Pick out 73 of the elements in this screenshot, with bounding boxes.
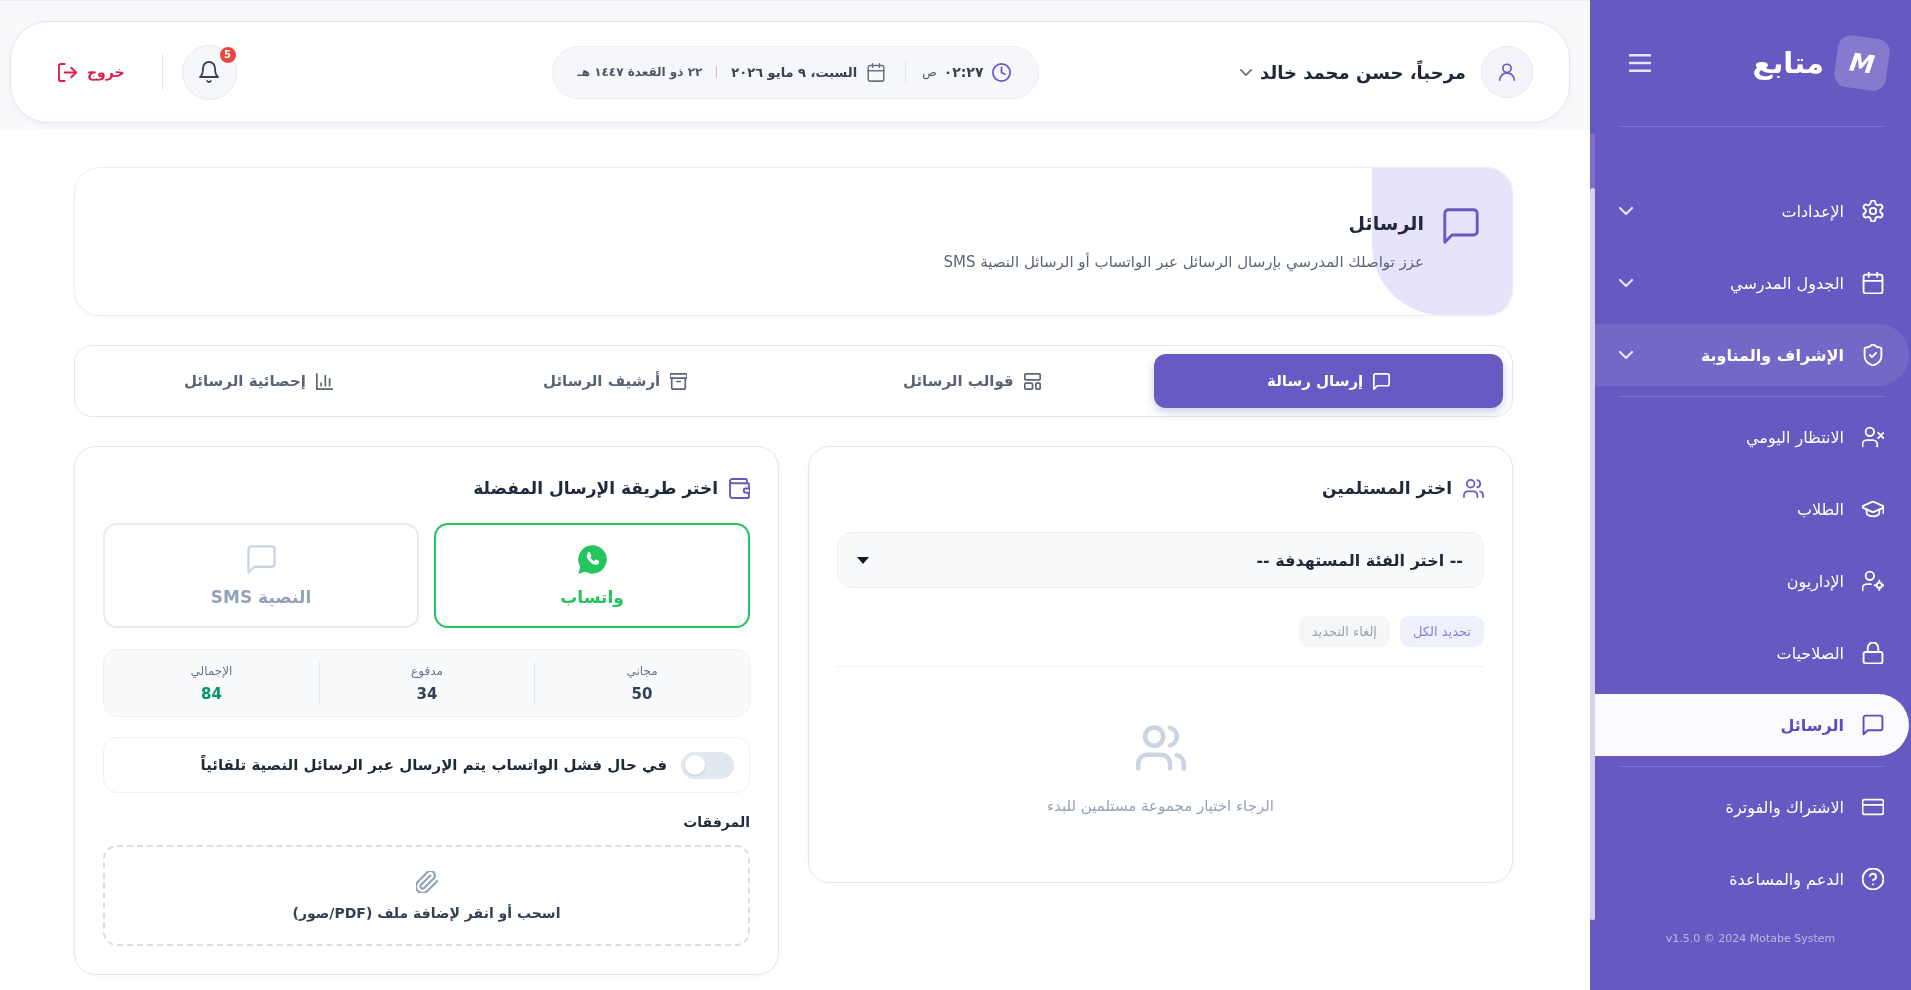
- gear-icon: [1862, 200, 1884, 222]
- caret-down-icon: [857, 556, 869, 564]
- graduation-cap-icon: [1862, 498, 1884, 520]
- stat-value: 34: [416, 684, 438, 703]
- sidebar-item[interactable]: الصلاحيات: [1595, 622, 1909, 684]
- tab[interactable]: إحصائية الرسائل: [84, 354, 433, 408]
- target-group-select[interactable]: -- اختر الفئة المستهدفة --: [837, 532, 1484, 588]
- paperclip-icon: [415, 870, 438, 893]
- section-label: المرفقات: [682, 813, 750, 832]
- panel-title: اختر المستلمين: [1322, 478, 1452, 498]
- select-all-button[interactable]: تحديد الكل: [1400, 616, 1484, 647]
- panel-title: اختر طريقة الإرسال المفضلة: [473, 478, 718, 498]
- notification-count-badge: 5: [217, 44, 238, 65]
- chat-bubble-icon: [246, 544, 276, 574]
- user-avatar-icon: [1481, 46, 1533, 98]
- sidebar-item[interactable]: الدعم والمساعدة: [1595, 848, 1909, 910]
- stat-label: مدفوع: [411, 663, 443, 678]
- layout-icon: [1023, 372, 1041, 390]
- hijri-date-text: ٢٢ ذو القعدة ١٤٤٧ هـ: [577, 65, 703, 79]
- logout-button[interactable]: خروج: [58, 62, 125, 82]
- notifications-button[interactable]: 5: [181, 44, 237, 100]
- time-text: ٠٢:٢٧: [943, 64, 984, 80]
- calendar-icon: [867, 62, 886, 82]
- sidebar-item[interactable]: الإشراف والمناوبة: [1595, 324, 1909, 386]
- bar-chart-icon: [315, 372, 333, 390]
- menu-button[interactable]: [1628, 53, 1652, 73]
- sidebar-item[interactable]: الرسائل: [1595, 694, 1909, 756]
- sidebar-item[interactable]: الطلاب: [1595, 478, 1909, 540]
- sidebar-item[interactable]: الاشتراك والفوترة: [1595, 776, 1909, 838]
- empty-state-text: الرجاء اختيار مجموعة مستلمين للبدء: [1047, 796, 1274, 816]
- help-icon: [1862, 868, 1884, 890]
- lock-icon: [1862, 642, 1884, 664]
- users-icon: [1135, 725, 1186, 771]
- whatsapp-icon: [577, 544, 607, 574]
- sidebar-item[interactable]: الجدول المدرسي: [1595, 252, 1909, 314]
- archive-icon: [670, 372, 688, 390]
- sidebar-item[interactable]: الانتظار اليومي: [1595, 406, 1909, 468]
- toggle-switch[interactable]: [681, 751, 734, 779]
- date-text: السبت، ٩ مايو ٢٠٢٦: [731, 64, 858, 80]
- page-title: الرسائل: [1347, 211, 1424, 237]
- sidebar-item[interactable]: الإداريون: [1595, 550, 1909, 612]
- tab[interactable]: أرشيف الرسائل: [440, 354, 790, 408]
- logo-badge: M: [1832, 33, 1892, 93]
- shield-check-icon: [1862, 344, 1884, 366]
- user-gear-icon: [1862, 570, 1884, 592]
- chevron-down-icon: [1240, 68, 1252, 76]
- wallet-icon: [729, 477, 750, 499]
- chat-bubble-icon: [1443, 208, 1479, 244]
- users-icon: [1463, 477, 1484, 499]
- page-subtitle: عزز تواصلك المدرسي بإرسال الرسائل عبر الواتساب أو الرسائل النصية SMS: [943, 251, 1424, 274]
- clock-icon: [992, 62, 1012, 82]
- stat-label: مجاني: [626, 663, 658, 678]
- chat-bubble-icon: [1862, 714, 1884, 736]
- tab[interactable]: إرسال رسالة: [1154, 354, 1503, 408]
- chat-bubble-icon: [1373, 372, 1391, 390]
- file-drop-zone[interactable]: اسحب أو انقر لإضافة ملف (PDF/صور): [103, 845, 750, 946]
- period-text: ص: [922, 65, 937, 79]
- logout-icon: [58, 62, 77, 82]
- stat-value: 50: [631, 684, 653, 703]
- bell-icon: [199, 61, 220, 83]
- user-menu-button[interactable]: مرحباً، حسن محمد خالد: [1240, 61, 1466, 83]
- toggle-label: في حال فشل الواتساب يتم الإرسال عبر الرسائل النصية تلقائياً: [200, 756, 667, 774]
- credit-card-icon: [1862, 796, 1884, 818]
- brand-name: متابع: [1752, 46, 1824, 80]
- scrollbar[interactable]: [1590, 134, 1595, 920]
- stat-label: الإجمالي: [190, 663, 233, 678]
- tab[interactable]: قوالب الرسائل: [797, 354, 1147, 408]
- version-text: v1.5.0 © 2024 Motabe System: [1664, 932, 1837, 947]
- user-x-icon: [1862, 426, 1884, 448]
- menu-icon: [1629, 54, 1651, 72]
- calendar-icon: [1862, 272, 1884, 294]
- sidebar-item[interactable]: الإعدادات: [1595, 180, 1909, 242]
- stat-value: 84: [201, 684, 222, 703]
